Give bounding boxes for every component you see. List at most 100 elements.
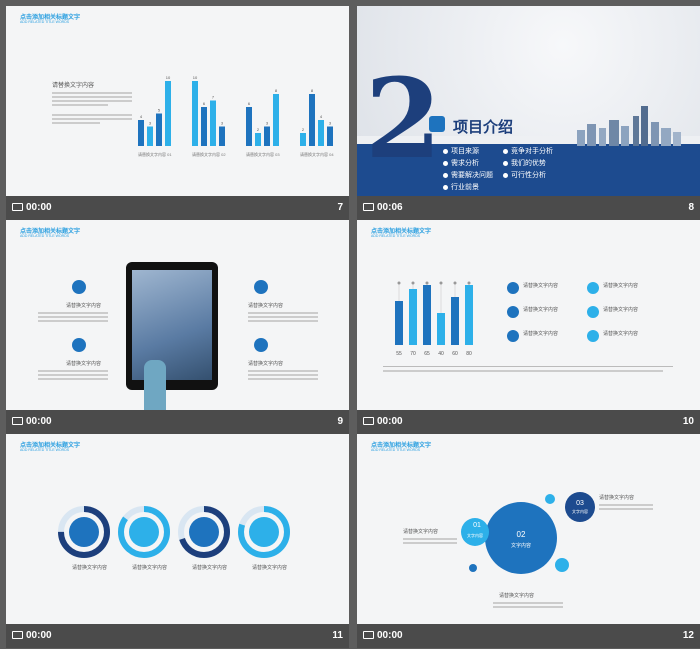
label: 请替换文字内容 xyxy=(72,565,108,571)
circle-02-num: 02 xyxy=(516,530,526,539)
text-lines xyxy=(38,368,108,382)
slide-12: 点击添加相关标题文字 ADD RELATED TITLE WORDS 01 文字… xyxy=(357,434,700,624)
chat-icon xyxy=(69,517,99,547)
slide-number: 7 xyxy=(337,202,343,213)
slide-number: 8 xyxy=(688,202,694,213)
circle-03 xyxy=(565,492,595,522)
bar-value-label: 2 xyxy=(302,127,305,132)
clock-icon xyxy=(363,417,374,426)
label: 请替换文字内容 xyxy=(603,331,639,337)
label: 请替换文字内容 xyxy=(403,529,439,535)
bar xyxy=(210,100,216,146)
bar xyxy=(246,107,252,146)
clock-icon xyxy=(12,631,23,640)
duration-text: 00:06 xyxy=(377,202,403,213)
label: 请替换文字内容 xyxy=(523,307,559,313)
duration-text: 00:00 xyxy=(26,202,52,213)
duration: 00:00 xyxy=(363,416,403,427)
bar xyxy=(300,133,306,146)
label: 请替换文字内容 xyxy=(66,303,102,309)
duration: 00:00 xyxy=(363,630,403,641)
item: 需要解决问题 xyxy=(443,170,493,182)
bar xyxy=(318,120,324,146)
group-label: 请替换文字内容 01 xyxy=(138,151,172,157)
category-label: 65 xyxy=(424,351,430,357)
slide-11: 点击添加相关标题文字 ADD RELATED TITLE WORDS 请替换文字… xyxy=(6,434,349,624)
thumb-footer: 00:00 12 xyxy=(357,624,700,648)
label: 请替换文字内容 xyxy=(66,361,102,367)
item: 需求分析 xyxy=(443,158,493,170)
bulb-icon xyxy=(587,306,599,318)
slide-number: 10 xyxy=(682,416,694,427)
flask-icon xyxy=(129,517,159,547)
bubble xyxy=(555,558,569,572)
items-col-1: 项目来源 需求分析 需要解决问题 行业前景 xyxy=(443,146,493,194)
item: 项目来源 xyxy=(443,146,493,158)
bar xyxy=(451,297,459,345)
megaphone-icon xyxy=(189,517,219,547)
slide-subtitle: ADD RELATED TITLE WORDS xyxy=(20,234,70,238)
label: 请替换文字内容 xyxy=(523,283,559,289)
duration-text: 00:00 xyxy=(26,630,52,641)
label: 请替换文字内容 xyxy=(499,593,535,599)
bar-cap xyxy=(397,281,401,285)
items-col-2: 竞争对手分析 我们的优势 可行性分析 xyxy=(503,146,553,182)
label: 请替换文字内容 xyxy=(523,331,559,337)
bar xyxy=(395,301,403,345)
label: 请替换文字内容 xyxy=(132,565,168,571)
bar xyxy=(156,113,162,146)
item: 行业前景 xyxy=(443,182,493,194)
duration-text: 00:00 xyxy=(377,630,403,641)
graduation-icon xyxy=(72,338,86,352)
bar xyxy=(423,285,431,345)
duration-text: 00:00 xyxy=(377,416,403,427)
bubble xyxy=(545,494,555,504)
bar-cap xyxy=(439,281,443,285)
duration: 00:00 xyxy=(12,202,52,213)
slide-subtitle: ADD RELATED TITLE WORDS xyxy=(371,234,421,238)
bar-cap xyxy=(467,281,471,285)
bar-value-label: 5 xyxy=(158,108,161,113)
bar xyxy=(165,81,171,146)
bar-chart-10: 55 70 65 40 60 80 xyxy=(395,281,473,357)
thumb-footer: 00:00 7 xyxy=(6,196,349,220)
mail-icon xyxy=(72,280,86,294)
category-label: 80 xyxy=(466,351,472,357)
item: 竞争对手分析 xyxy=(503,146,553,158)
section-icon xyxy=(429,116,445,132)
category-label: 40 xyxy=(438,351,444,357)
slide-subtitle: ADD RELATED TITLE WORDS xyxy=(20,20,70,24)
text-lines xyxy=(38,310,108,324)
bar xyxy=(264,126,270,146)
bar-value-label: 4 xyxy=(320,114,323,119)
bar-cap xyxy=(425,281,429,285)
clock-icon xyxy=(363,203,374,212)
circle-02-label: 文字内容 xyxy=(510,543,531,549)
clock-icon xyxy=(12,203,23,212)
text-lines xyxy=(248,368,318,382)
bar-value-label: 3 xyxy=(266,121,269,126)
bar-cap xyxy=(411,281,415,285)
slide-number: 11 xyxy=(332,630,343,641)
bar xyxy=(138,120,144,146)
circle-03-num: 03 xyxy=(576,500,584,507)
label: 请替换文字内容 xyxy=(248,361,284,367)
calculator-icon xyxy=(254,338,268,352)
slide-10: 点击添加相关标题文字 ADD RELATED TITLE WORDS 55 70 6… xyxy=(357,220,700,410)
calendar-icon xyxy=(507,306,519,318)
slide-number: 9 xyxy=(337,416,343,427)
duration-text: 00:00 xyxy=(26,416,52,427)
slide-number: 12 xyxy=(682,630,694,641)
label: 请替换文字内容 xyxy=(192,565,228,571)
category-label: 60 xyxy=(452,351,458,357)
slide-subtitle: ADD RELATED TITLE WORDS xyxy=(20,448,70,452)
category-label: 55 xyxy=(396,351,402,357)
duration: 00:00 xyxy=(12,416,52,427)
skyline xyxy=(575,106,695,146)
bar xyxy=(309,94,315,146)
phone-icon xyxy=(507,282,519,294)
clock-icon xyxy=(363,631,374,640)
category-label: 70 xyxy=(410,351,416,357)
bar-value-label: 3 xyxy=(221,121,224,126)
cloud-icon xyxy=(587,330,599,342)
